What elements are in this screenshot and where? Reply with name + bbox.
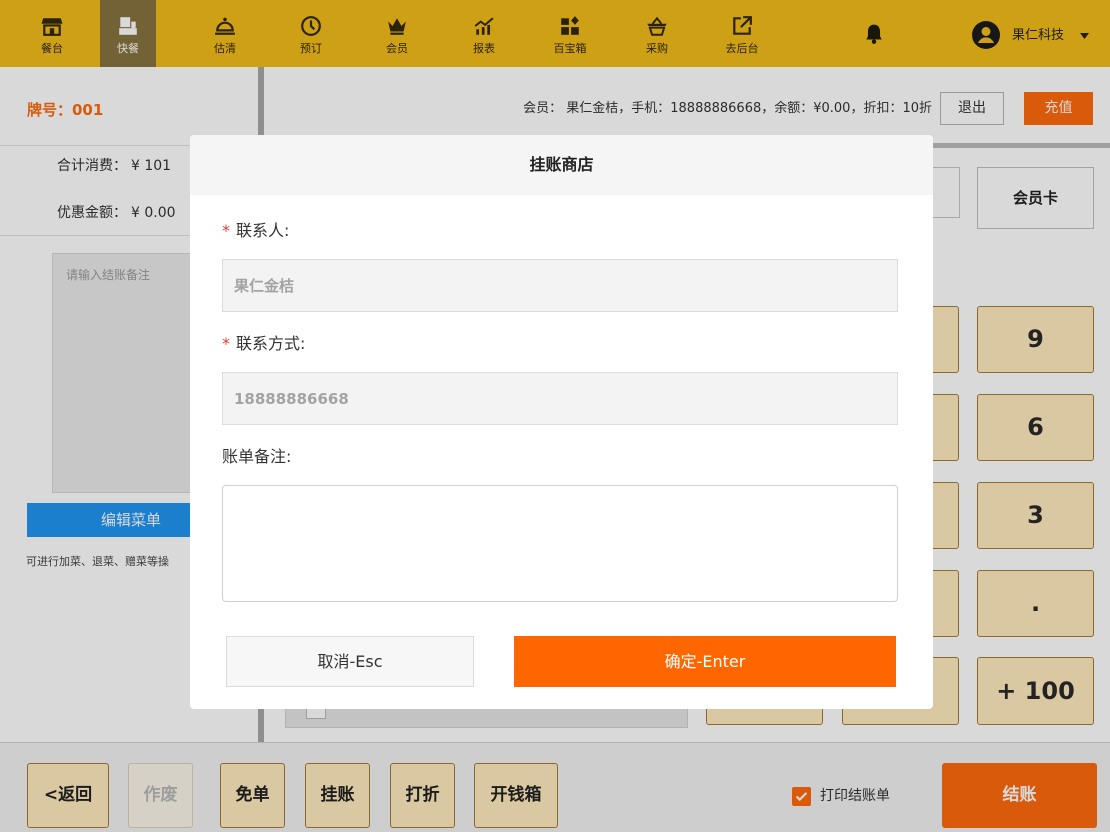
contact-phone-field[interactable] <box>222 372 898 425</box>
required-mark: * <box>222 334 230 353</box>
contact-label: * 联系人: <box>222 221 289 241</box>
cancel-button[interactable]: 取消-Esc <box>226 636 474 687</box>
required-mark: * <box>222 221 230 240</box>
bill-remark-input[interactable] <box>222 485 898 602</box>
contact-label-text: 联系人: <box>236 221 290 240</box>
credit-account-dialog: 挂账商店 * 联系人: * 联系方式: 账单备注: 取消-Esc 确定-Enter <box>190 135 933 709</box>
confirm-button[interactable]: 确定-Enter <box>514 636 896 687</box>
phone-label-text: 联系方式: <box>236 334 306 353</box>
phone-label: * 联系方式: <box>222 334 305 354</box>
dialog-title: 挂账商店 <box>190 135 933 195</box>
contact-name-field[interactable] <box>222 259 898 312</box>
bill-remark-label: 账单备注: <box>222 447 292 466</box>
